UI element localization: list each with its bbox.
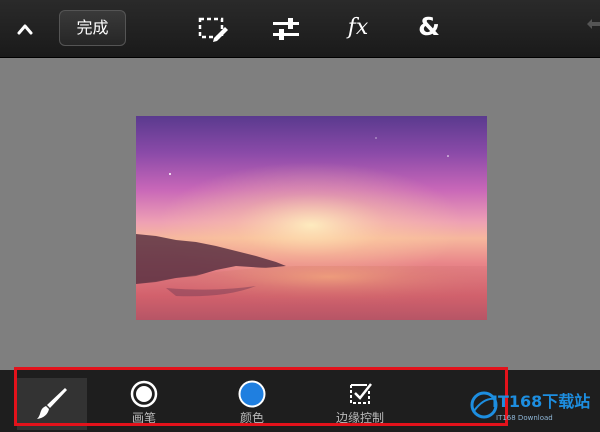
adjustments-sliders-icon[interactable] xyxy=(270,13,302,45)
watermark-logo: IT168下载站 IT168 Download xyxy=(470,387,596,427)
top-toolbar: 完成 fx & xyxy=(0,0,600,58)
color-dot-icon xyxy=(238,380,266,408)
brush-tool-tab[interactable] xyxy=(17,378,87,430)
edge-control-label: 边缘控制 xyxy=(335,411,384,425)
selection-edit-icon[interactable] xyxy=(197,13,229,45)
edge-control-option[interactable]: 边缘控制 xyxy=(320,380,400,426)
brush-size-icon xyxy=(130,380,158,408)
edge-control-icon xyxy=(346,380,374,408)
brush-size-label: 画笔 xyxy=(131,411,156,425)
effects-fx-icon[interactable]: fx xyxy=(343,14,373,42)
photo-canvas[interactable] xyxy=(136,116,487,320)
color-option[interactable]: 颜色 xyxy=(212,380,292,426)
watermark-subtext: IT168 Download xyxy=(496,414,553,422)
brush-size-option[interactable]: 画笔 xyxy=(104,380,184,426)
done-button[interactable]: 完成 xyxy=(59,10,126,46)
collapse-chevron-icon[interactable] xyxy=(10,14,40,44)
color-label: 颜色 xyxy=(239,411,264,425)
paintbrush-icon xyxy=(37,388,67,419)
undo-icon[interactable] xyxy=(586,18,600,40)
text-ampersand-icon[interactable]: & xyxy=(415,12,443,42)
watermark-text: IT168下载站 xyxy=(492,392,591,411)
